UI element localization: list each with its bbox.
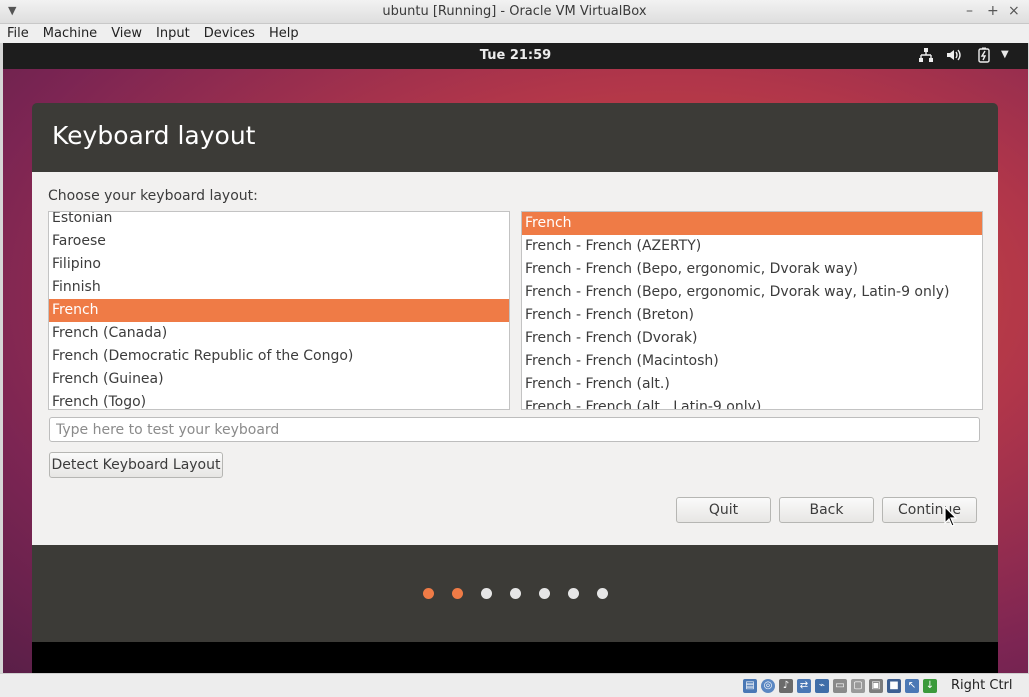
list-item[interactable]: French - French (alt., Latin-9 only) bbox=[522, 396, 982, 409]
optical-drive-icon[interactable]: ◎ bbox=[761, 679, 775, 693]
keyboard-capture-icon[interactable]: ↓ bbox=[923, 679, 937, 693]
host-key-label: Right Ctrl bbox=[951, 678, 1013, 693]
installer-window: Keyboard layout Choose your keyboard lay… bbox=[32, 103, 998, 673]
window-title: ubuntu [Running] - Oracle VM VirtualBox bbox=[382, 4, 647, 19]
battery-icon[interactable] bbox=[977, 47, 991, 67]
list-item[interactable]: Finnish bbox=[49, 276, 509, 299]
mouse-cursor-icon bbox=[944, 506, 958, 527]
menu-file[interactable]: File bbox=[0, 26, 36, 41]
page-title: Keyboard layout bbox=[52, 121, 256, 150]
volume-icon[interactable] bbox=[946, 47, 962, 67]
list-item[interactable]: French - French (AZERTY) bbox=[522, 235, 982, 258]
progress-dot bbox=[510, 588, 521, 599]
installer-header: Keyboard layout bbox=[32, 103, 998, 172]
list-item[interactable]: French (Togo) bbox=[49, 391, 509, 409]
usb-icon[interactable]: ⌁ bbox=[815, 679, 829, 693]
menu-machine[interactable]: Machine bbox=[36, 26, 104, 41]
maximize-button[interactable]: + bbox=[987, 3, 999, 19]
list-item-selected[interactable]: French bbox=[49, 299, 509, 322]
back-button[interactable]: Back bbox=[779, 497, 874, 523]
progress-dot bbox=[481, 588, 492, 599]
installer-footer bbox=[32, 545, 998, 642]
list-item[interactable]: French - French (Bepo, ergonomic, Dvorak… bbox=[522, 258, 982, 281]
display-icon[interactable]: ▢ bbox=[851, 679, 865, 693]
list-item[interactable]: French (Guinea) bbox=[49, 368, 509, 391]
window-titlebar: ▼ ubuntu [Running] - Oracle VM VirtualBo… bbox=[0, 0, 1029, 24]
progress-dot bbox=[539, 588, 550, 599]
layout-list[interactable]: Estonian Faroese Filipino Finnish French… bbox=[48, 211, 510, 410]
guest-screen[interactable]: Tue 21:59 ▼ Keyboard layout Choose your … bbox=[3, 43, 1028, 673]
list-item[interactable]: French - French (alt.) bbox=[522, 373, 982, 396]
network-icon[interactable] bbox=[918, 47, 934, 67]
list-item[interactable]: Estonian bbox=[49, 212, 509, 230]
detect-layout-button[interactable]: Detect Keyboard Layout bbox=[49, 452, 223, 478]
menu-help[interactable]: Help bbox=[262, 26, 306, 41]
hard-disk-icon[interactable]: ▤ bbox=[743, 679, 757, 693]
list-item[interactable]: Filipino bbox=[49, 253, 509, 276]
video-capture-icon[interactable]: ▣ bbox=[869, 679, 883, 693]
shared-folders-icon[interactable]: ▭ bbox=[833, 679, 847, 693]
list-item[interactable]: French - French (Breton) bbox=[522, 304, 982, 327]
audio-icon[interactable]: ♪ bbox=[779, 679, 793, 693]
mouse-integration-icon[interactable]: ↖ bbox=[905, 679, 919, 693]
menu-input[interactable]: Input bbox=[149, 26, 197, 41]
list-item[interactable]: French - French (Bepo, ergonomic, Dvorak… bbox=[522, 281, 982, 304]
list-item[interactable]: Faroese bbox=[49, 230, 509, 253]
close-button[interactable]: × bbox=[1008, 3, 1020, 19]
top-bar: Tue 21:59 ▼ bbox=[3, 43, 1028, 69]
keyboard-test-input[interactable] bbox=[49, 417, 980, 442]
system-menu-icon[interactable]: ▼ bbox=[1001, 49, 1009, 60]
list-item-selected[interactable]: French bbox=[522, 212, 982, 235]
list-item[interactable]: French - French (Macintosh) bbox=[522, 350, 982, 373]
list-item[interactable]: French - French (Dvorak) bbox=[522, 327, 982, 350]
statusbar: ▤ ◎ ♪ ⇄ ⌁ ▭ ▢ ▣ ■ ↖ ↓ Right Ctrl bbox=[0, 673, 1029, 697]
progress-dot-complete bbox=[423, 588, 434, 599]
continue-button[interactable]: Continue bbox=[882, 497, 977, 523]
variant-list[interactable]: French French - French (AZERTY) French -… bbox=[521, 211, 983, 410]
menu-devices[interactable]: Devices bbox=[197, 26, 262, 41]
clock[interactable]: Tue 21:59 bbox=[3, 48, 1028, 63]
installer-body: Choose your keyboard layout: Estonian Fa… bbox=[32, 172, 998, 545]
minimize-button[interactable]: – bbox=[966, 3, 973, 19]
menubar: File Machine View Input Devices Help bbox=[0, 24, 1029, 43]
progress-dot bbox=[568, 588, 579, 599]
progress-dot bbox=[597, 588, 608, 599]
list-item[interactable]: French (Canada) bbox=[49, 322, 509, 345]
cpu-icon[interactable]: ■ bbox=[887, 679, 901, 693]
list-item[interactable]: French (Democratic Republic of the Congo… bbox=[49, 345, 509, 368]
progress-dot-complete bbox=[452, 588, 463, 599]
quit-button[interactable]: Quit bbox=[676, 497, 771, 523]
network-adapter-icon[interactable]: ⇄ bbox=[797, 679, 811, 693]
menu-view[interactable]: View bbox=[104, 26, 149, 41]
layout-prompt: Choose your keyboard layout: bbox=[48, 188, 258, 204]
progress-dots bbox=[32, 588, 998, 600]
installer-bottom-strip bbox=[32, 642, 998, 673]
